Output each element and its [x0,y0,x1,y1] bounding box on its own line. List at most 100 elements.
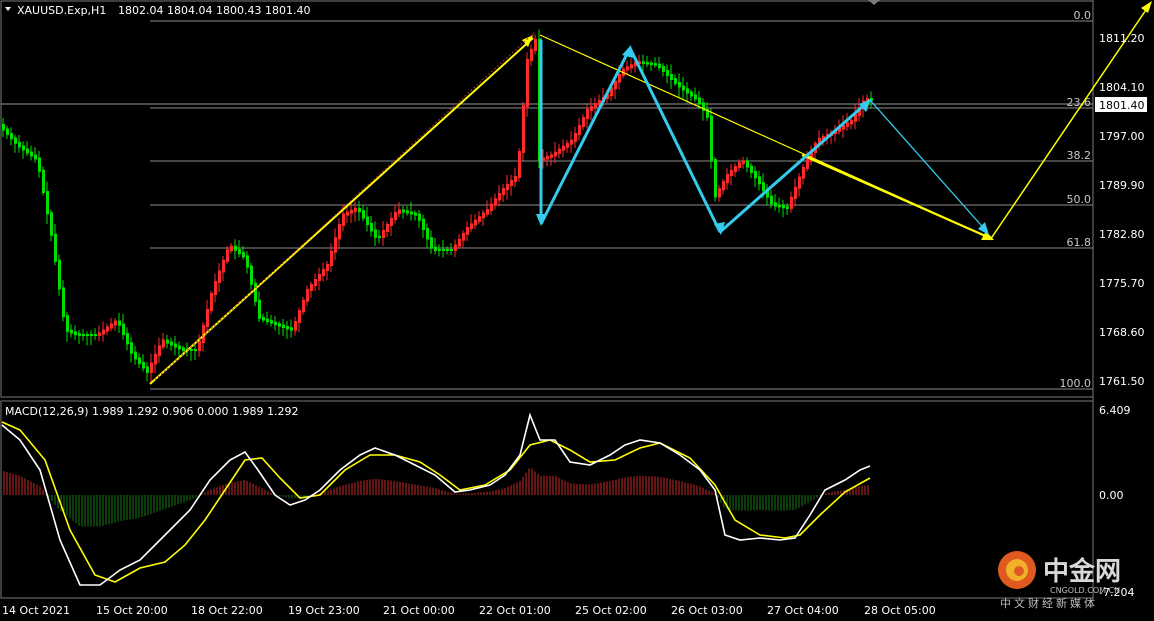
candle-body [566,142,569,148]
candle-body [630,64,633,69]
candle-body [110,323,113,329]
candle-body [498,193,501,201]
candle-body [534,39,537,51]
candle-body [378,235,381,238]
candle-body [850,119,853,125]
macd-main-line [1,412,871,586]
candle-body [806,159,809,169]
candle-body [742,160,745,164]
time-tick: 18 Oct 22:00 [191,604,263,617]
time-axis[interactable]: 14 Oct 2021 15 Oct 20:00 18 Oct 22:00 19… [2,604,936,617]
candle-body [394,212,397,220]
candle-body [382,230,385,238]
time-tick: 14 Oct 2021 [2,604,70,617]
candle-body [50,212,53,236]
candle-body [750,165,753,173]
candle-body [262,317,265,321]
candle-body [794,186,797,199]
downtrend-projection-line[interactable] [801,153,991,240]
candle-body [246,255,249,268]
candle-body [746,160,749,168]
candle-body [798,176,801,189]
candle-body [334,237,337,253]
candle-body [94,334,97,336]
candle-body [458,238,461,247]
candle-body [42,169,45,193]
candle-body [346,211,349,216]
candle-body [70,329,73,334]
candle-body [34,154,37,160]
candle-body [658,63,661,68]
candle-body [98,332,101,336]
candle-body [518,151,521,178]
price-tick: 1768.60 [1099,326,1145,339]
candle-body [618,74,621,83]
dotted-trend-line [154,31,536,381]
candle-body [74,331,77,336]
wave-path[interactable] [540,38,989,234]
candle-body [38,157,41,172]
candle-body [682,85,685,91]
candle-body [166,339,169,344]
candle-body [6,128,9,135]
candle-body [214,281,217,295]
uptrend-arrow-line[interactable] [149,37,534,385]
candle-body [14,137,17,144]
macd-signal-line [1,421,871,583]
candle-body [362,210,365,219]
price-tick: 1804.10 [1099,81,1145,94]
watermark-subtitle: 中文财经新媒体 [1000,596,1098,610]
time-tick: 25 Oct 02:00 [575,604,647,617]
collapse-triangle-icon[interactable] [5,7,11,11]
candle-body [390,218,393,226]
candle-body [646,61,649,65]
candle-body [654,63,657,66]
candle-body [54,233,57,262]
candle-body [558,148,561,154]
watermark-domain: CNGOLD.COM.CN [1050,586,1120,595]
candle-body [502,188,505,195]
candle-body [2,124,5,131]
candle-body [358,207,361,213]
candle-body [402,209,405,213]
candle-body [190,349,193,351]
candle-body [398,209,401,214]
candle-body [366,216,369,225]
candle-body [578,125,581,135]
candle-body [226,249,229,262]
candle-body [454,244,457,251]
candle-body [170,341,173,346]
candle-body [22,145,25,151]
candle-body [206,309,209,327]
candle-body [626,66,629,71]
candle-body [286,326,289,330]
price-tick: 1811.20 [1099,32,1145,45]
fib-label-0: 0.0 [1074,9,1092,22]
candle-body [430,237,433,249]
shift-marker-icon[interactable] [868,0,880,5]
candle-body [802,167,805,179]
candle-body [410,211,413,215]
candle-body [158,345,161,356]
candle-body [46,191,49,215]
candle-body [30,151,33,157]
candle-body [726,174,729,184]
candle-body [522,105,525,153]
candle-body [294,321,297,331]
symbol-label: XAUUSD.Exp,H1 [17,4,106,17]
analysis-drawings[interactable] [149,1,1152,385]
candle-body [582,117,585,127]
candle-body [666,70,669,76]
time-tick: 26 Oct 03:00 [671,604,743,617]
candle-body [318,274,321,281]
candle-body [694,94,697,100]
candle-body [546,155,549,160]
price-axis[interactable]: 1811.20 1804.10 1797.00 1789.90 1782.80 … [1095,32,1147,388]
candle-body [26,148,29,154]
candle-body [674,78,677,84]
candle-body [594,103,597,108]
candle-body [474,219,477,226]
candle-body [450,249,453,251]
candle-body [846,122,849,127]
trading-chart[interactable]: XAUUSD.Exp,H1 1802.04 1804.04 1800.43 18… [0,0,1154,621]
